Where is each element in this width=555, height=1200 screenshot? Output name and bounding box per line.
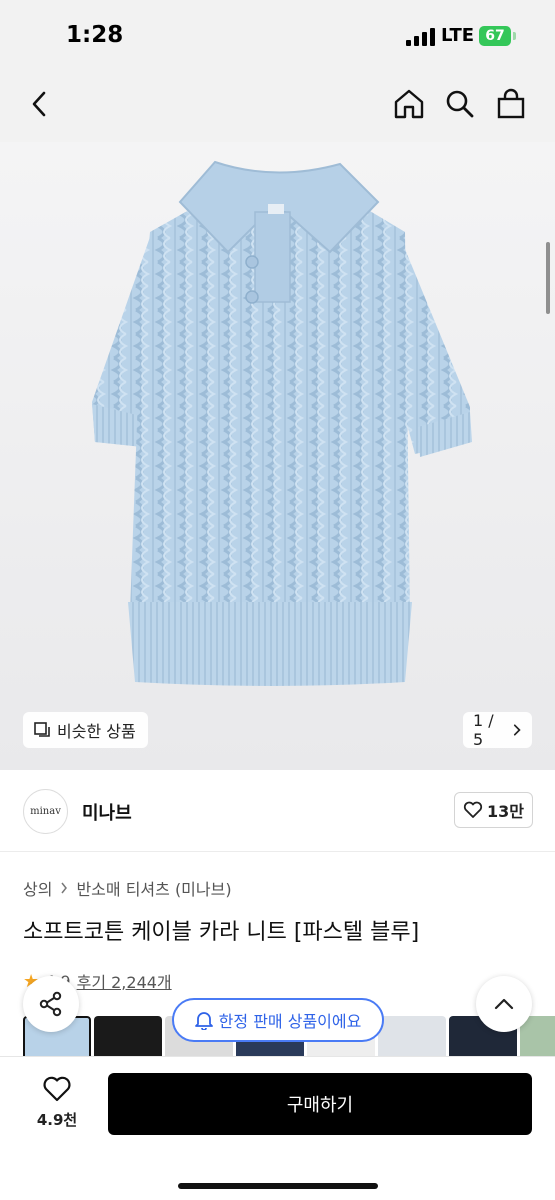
image-counter-text: 1 / 5	[473, 711, 494, 749]
search-icon	[446, 90, 474, 118]
home-indicator	[178, 1183, 378, 1189]
brand-like-button[interactable]: 13만	[454, 792, 533, 828]
wishlist-button[interactable]: 4.9천	[25, 1075, 89, 1143]
heart-icon	[43, 1076, 71, 1102]
bell-icon	[194, 1012, 213, 1030]
nav-bar	[0, 70, 555, 142]
search-button[interactable]	[440, 84, 480, 124]
breadcrumb-category[interactable]: 상의	[23, 876, 52, 900]
home-icon	[394, 89, 424, 119]
heart-icon	[463, 801, 483, 818]
back-button[interactable]	[20, 84, 60, 124]
image-counter[interactable]: 1 / 5	[463, 711, 532, 749]
similar-products-label: 비슷한 상품	[57, 722, 136, 741]
chevron-up-icon	[494, 998, 514, 1010]
breadcrumb: 상의 반소매 티셔츠 (미나브)	[23, 876, 232, 900]
network-label: LTE	[441, 25, 475, 46]
seller-row[interactable]: minav 미나브 13만	[0, 770, 555, 852]
review-count-link[interactable]: 후기 2,244개	[77, 969, 172, 993]
product-gallery[interactable]: 비슷한 상품 1 / 5	[0, 142, 555, 770]
status-time: 1:28	[66, 22, 124, 48]
purchase-bar: 4.9천 구매하기	[0, 1056, 555, 1200]
buy-button[interactable]: 구매하기	[108, 1073, 532, 1135]
color-thumbnail[interactable]	[94, 1016, 162, 1056]
color-thumbnail[interactable]	[378, 1016, 446, 1056]
status-bar: 1:28 LTE 67	[0, 0, 555, 70]
cart-button[interactable]	[491, 84, 531, 124]
scroll-top-button[interactable]	[476, 976, 532, 1032]
home-button[interactable]	[389, 84, 429, 124]
wishlist-count: 4.9천	[36, 1111, 78, 1129]
share-button[interactable]	[23, 976, 79, 1032]
seller-logo[interactable]: minav	[23, 789, 68, 834]
limited-sale-text: 한정 판매 상품이에요	[218, 1012, 362, 1031]
product-image	[0, 142, 555, 770]
shopping-bag-icon	[497, 88, 525, 119]
battery-icon: 67	[479, 26, 511, 46]
chevron-right-icon	[513, 724, 521, 736]
chevron-left-icon	[32, 91, 46, 117]
battery-cap	[513, 32, 516, 40]
seller-name[interactable]: 미나브	[82, 799, 132, 825]
share-icon	[39, 991, 62, 1017]
similar-products-button[interactable]: 비슷한 상품	[23, 712, 148, 748]
product-title: 소프트코튼 케이블 카라 니트 [파스텔 블루]	[23, 920, 420, 945]
brand-like-count: 13만	[487, 802, 524, 821]
chevron-right-icon	[61, 882, 68, 894]
signal-icon	[406, 28, 436, 46]
breadcrumb-subcategory[interactable]: 반소매 티셔츠 (미나브)	[76, 876, 231, 900]
copy-icon	[34, 722, 50, 737]
limited-sale-notice[interactable]: 한정 판매 상품이에요	[172, 998, 384, 1042]
scroll-indicator	[546, 242, 550, 314]
